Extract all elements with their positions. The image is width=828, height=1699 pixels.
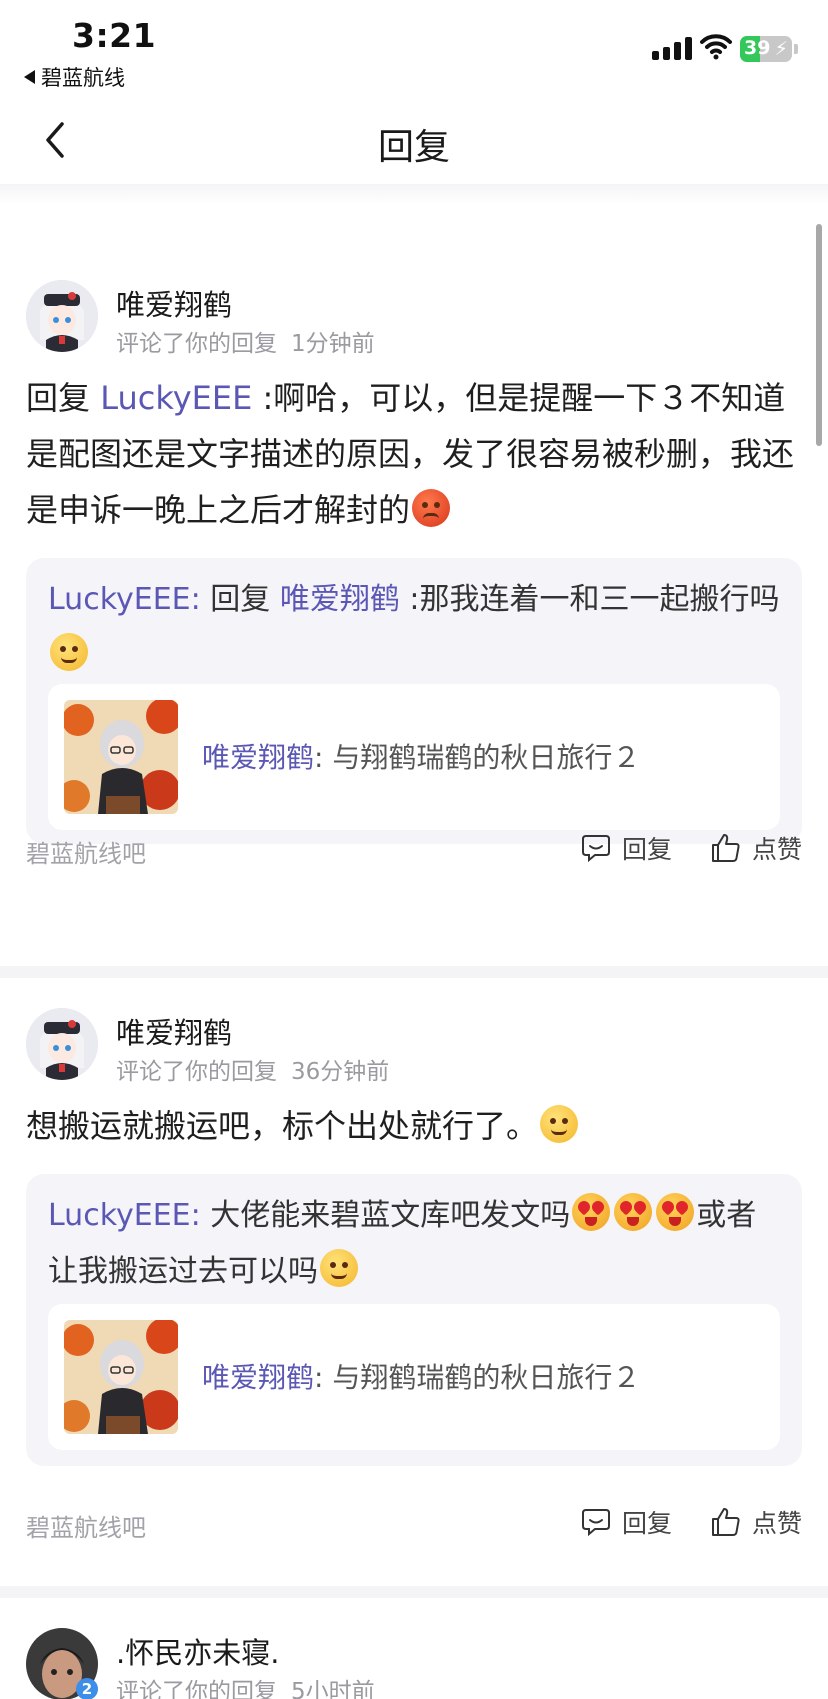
section-divider (0, 966, 828, 978)
forum-name[interactable]: 碧蓝航线吧 (26, 834, 146, 869)
forum-name[interactable]: 碧蓝航线吧 (26, 1508, 146, 1543)
battery-tip (794, 44, 798, 54)
quote-author-link[interactable]: LuckyEEE (48, 582, 191, 617)
comment-meta: 评论了你的回复 1分钟前 (116, 324, 375, 358)
level-badge: 2 (76, 1678, 98, 1699)
thumbs-up-icon (712, 834, 740, 862)
quoted-reply-text: LuckyEEE: 大佬能来碧蓝文库吧发文吗 或者让我搬运过去可以吗 (48, 1188, 780, 1300)
post-author-link[interactable]: 唯爱翔鹤 (202, 741, 314, 774)
reply-prefix: 回复 (26, 379, 91, 417)
back-triangle-icon (24, 70, 35, 84)
back-to-app-link[interactable]: 碧蓝航线 (24, 62, 125, 92)
quote-body: :那我连着一和三一起搬行吗 (409, 582, 780, 617)
like-button[interactable]: 点赞 (710, 830, 802, 866)
status-bar: 3:21 碧蓝航线 39 ⚡ (0, 0, 828, 96)
avatar[interactable] (26, 280, 98, 352)
comment-text: 想搬运就搬运吧，标个出处就行了。 (26, 1107, 539, 1145)
heart-eyes-emoji-icon (614, 1193, 653, 1231)
username[interactable]: .怀民亦未寝. (116, 1630, 279, 1672)
post-thumbnail (64, 700, 178, 814)
post-reference[interactable]: 唯爱翔鹤: 与翔鹤瑞鹤的秋日旅行２ (48, 684, 780, 830)
quoted-reply-text: LuckyEEE: 回复 唯爱翔鹤 :那我连着一和三一起搬行吗 (48, 572, 780, 684)
section-divider (0, 1586, 828, 1598)
reply-button-label: 回复 (622, 835, 673, 864)
navbar: 回复 (0, 96, 828, 184)
quoted-reply[interactable]: LuckyEEE: 回复 唯爱翔鹤 :那我连着一和三一起搬行吗 唯爱翔鹤: 与翔… (26, 558, 802, 844)
post-author-link[interactable]: 唯爱翔鹤 (202, 1361, 314, 1394)
charging-bolt-icon: ⚡ (774, 38, 788, 60)
reply-button[interactable]: 回复 (580, 1504, 672, 1540)
quote-body: 大佬能来碧蓝文库吧发文吗 (200, 1198, 571, 1233)
quote-reply-prefix: 回复 (210, 582, 271, 617)
quote-separator: : (190, 582, 201, 617)
post-title: : 与翔鹤瑞鹤的秋日旅行２ (314, 1361, 641, 1394)
post-reference-text: 唯爱翔鹤: 与翔鹤瑞鹤的秋日旅行２ (202, 736, 640, 776)
cellular-signal-icon (652, 36, 692, 60)
comment-bubble-icon (582, 835, 610, 863)
smile-emoji-icon (540, 1105, 579, 1143)
like-button[interactable]: 点赞 (710, 1504, 802, 1540)
comment-card[interactable]: 唯爱翔鹤 评论了你的回复 1分钟前 回复 LuckyEEE :啊哈，可以，但是提醒… (0, 204, 828, 968)
comment-card[interactable]: 唯爱翔鹤 评论了你的回复 36分钟前 想搬运就搬运吧，标个出处就行了。 Lucky… (0, 978, 828, 1586)
comment-action: 评论了你的回复 (116, 1059, 277, 1085)
comment-meta: 评论了你的回复 5小时前 (116, 1672, 375, 1699)
quote-author-link[interactable]: LuckyEEE (48, 1198, 191, 1233)
comment-time: 1分钟前 (291, 331, 375, 357)
status-time: 3:21 (72, 16, 157, 55)
comment-time: 36分钟前 (291, 1059, 390, 1085)
comment-time: 5小时前 (291, 1679, 375, 1699)
angry-emoji-icon (412, 489, 451, 527)
mention-link[interactable]: LuckyEEE (100, 379, 252, 417)
back-app-label: 碧蓝航线 (41, 66, 125, 90)
heart-eyes-emoji-icon (656, 1193, 695, 1231)
avatar[interactable] (26, 1008, 98, 1080)
comment-action: 评论了你的回复 (116, 1679, 277, 1699)
comment-bubble-icon (582, 1509, 610, 1537)
comment-card[interactable]: 2 .怀民亦未寝. 评论了你的回复 5小时前 (0, 1598, 828, 1699)
comment-content[interactable]: 回复 LuckyEEE :啊哈，可以，但是提醒一下３不知道是配图还是文字描述的原… (26, 370, 804, 538)
username[interactable]: 唯爱翔鹤 (116, 1010, 232, 1052)
comment-meta: 评论了你的回复 36分钟前 (116, 1052, 389, 1086)
post-thumbnail (64, 1320, 178, 1434)
reply-button-label: 回复 (622, 1509, 673, 1538)
comment-content[interactable]: 想搬运就搬运吧，标个出处就行了。 (26, 1098, 804, 1154)
grimace-emoji-icon (320, 1249, 358, 1287)
comment-action: 评论了你的回复 (116, 331, 277, 357)
quote-separator: : (190, 1198, 201, 1233)
reply-button[interactable]: 回复 (580, 830, 672, 866)
username[interactable]: 唯爱翔鹤 (116, 282, 232, 324)
thumbs-up-icon (712, 1508, 740, 1536)
post-title: : 与翔鹤瑞鹤的秋日旅行２ (314, 741, 641, 774)
post-reference-text: 唯爱翔鹤: 与翔鹤瑞鹤的秋日旅行２ (202, 1356, 640, 1396)
like-button-label: 点赞 (752, 1509, 803, 1538)
like-button-label: 点赞 (752, 835, 803, 864)
wifi-icon (700, 34, 732, 60)
quoted-reply[interactable]: LuckyEEE: 大佬能来碧蓝文库吧发文吗 或者让我搬运过去可以吗 唯爱翔鹤: … (26, 1174, 802, 1466)
quote-mention-link[interactable]: 唯爱翔鹤 (280, 582, 400, 617)
grimace-emoji-icon (50, 633, 88, 671)
battery-percent: 39 (744, 37, 771, 59)
heart-eyes-emoji-icon (572, 1193, 611, 1231)
nav-shadow (0, 184, 828, 204)
battery-icon: 39 ⚡ (740, 36, 792, 62)
page-title: 回复 (377, 127, 450, 168)
scrollbar[interactable] (816, 224, 822, 446)
post-reference[interactable]: 唯爱翔鹤: 与翔鹤瑞鹤的秋日旅行２ (48, 1304, 780, 1450)
